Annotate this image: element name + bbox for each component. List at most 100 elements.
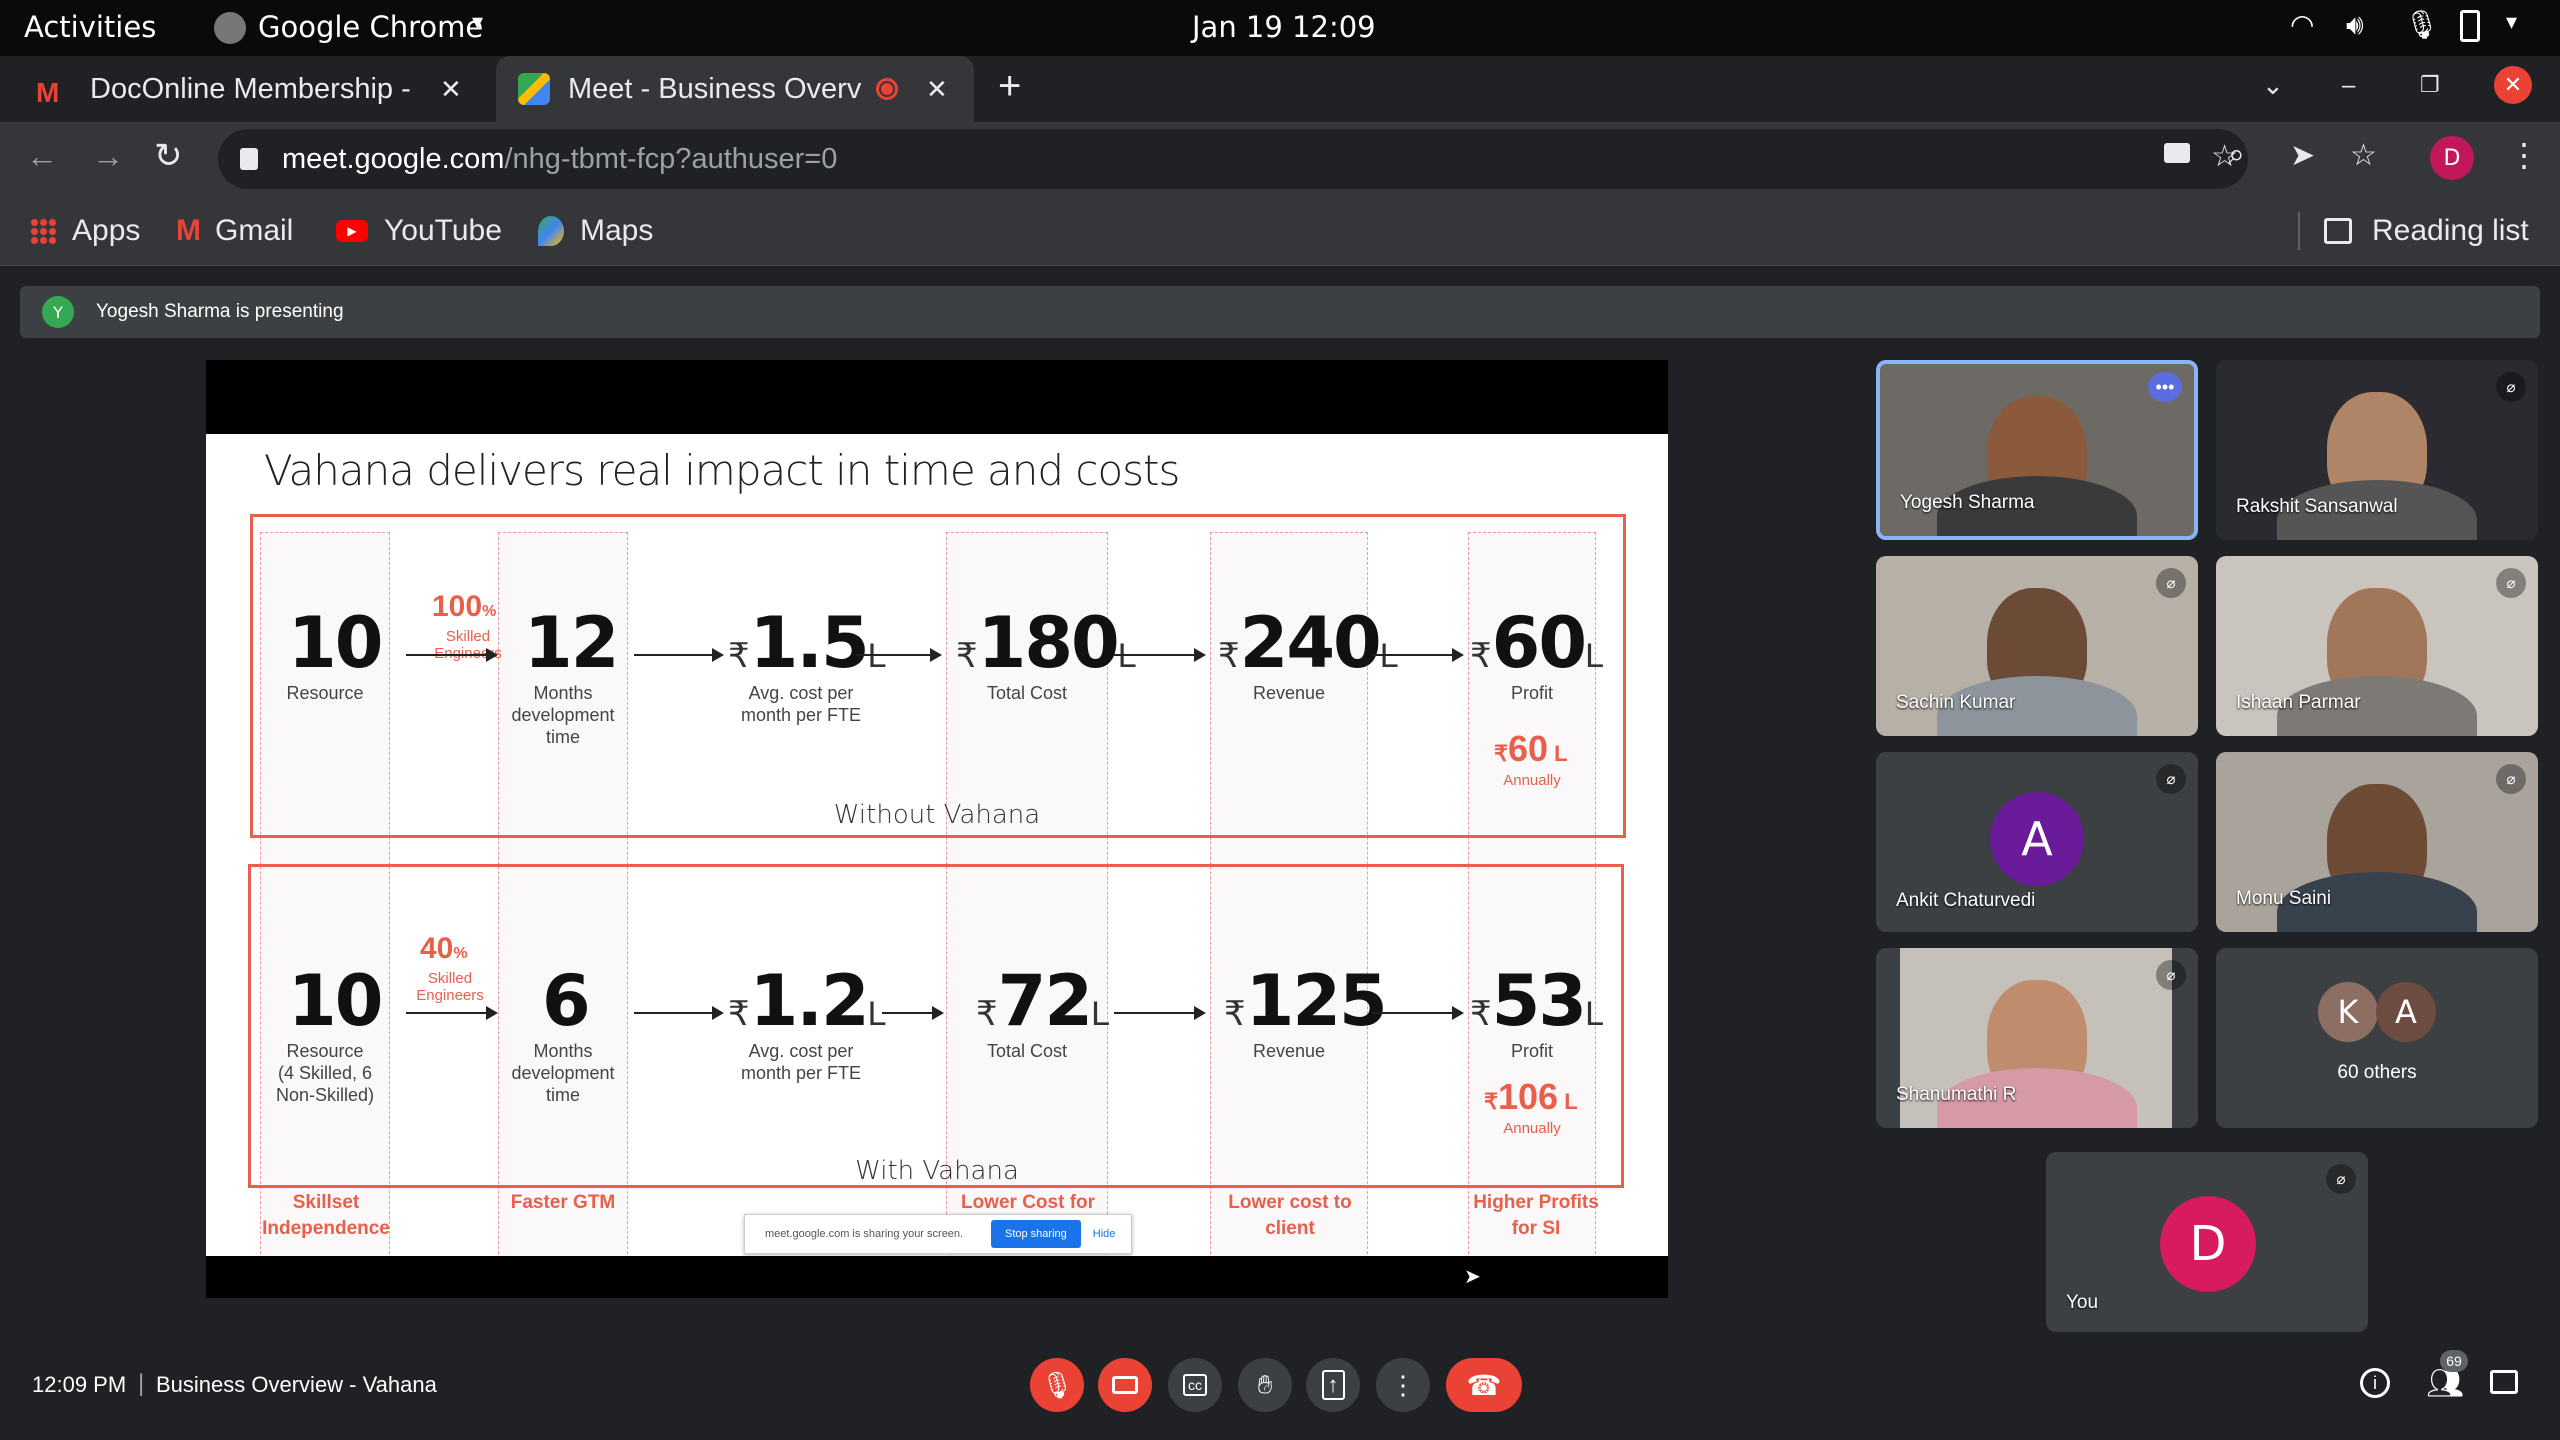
tab-search-icon[interactable]: ⌄ [2262,70,2284,101]
close-icon[interactable]: ✕ [440,74,462,105]
reading-list-button[interactable]: Reading list [2324,196,2529,266]
system-clock[interactable]: Jan 19 12:09 [1192,10,1376,44]
with-vahana-label: With Vahana [855,1156,1019,1186]
new-tab-button[interactable]: + [998,64,1021,109]
profile-avatar[interactable]: D [2430,136,2474,180]
presentation-slide: Vahana delivers real impact in time and … [206,434,1668,1256]
participant-avatar: A [1990,792,2084,886]
screen-share-bar: meet.google.com is sharing your screen. … [744,1214,1132,1254]
participant-tile[interactable]: ••• Yogesh Sharma [1876,360,2198,540]
present-button[interactable]: ↑ [1306,1358,1360,1412]
label-line: Engineers [416,987,484,1004]
forward-arrow-icon[interactable]: → [92,138,124,175]
bookmark-apps[interactable]: Apps [30,196,140,266]
activities-button[interactable]: Activities [24,10,156,44]
tab-strip: M DocOnline Membership - ✕ Meet - Busine… [0,56,2560,122]
window-close-button[interactable]: ✕ [2494,66,2532,104]
send-icon[interactable]: ➤ [2290,138,2315,173]
bookmark-youtube[interactable]: ▶ YouTube [336,196,502,266]
revenue-value: ₹125 [1224,960,1388,1042]
leave-call-button[interactable]: ☎︎ [1446,1358,1522,1412]
value: 60 [1491,602,1587,684]
label-line: Avg. cost per [748,683,854,703]
unit: L [1379,637,1399,675]
mouse-cursor-icon: ➤ [1464,1266,1481,1288]
value: 1.2 [749,960,870,1042]
address-bar[interactable]: meet.google.com /nhg-tbmt-fcp?authuser=0… [218,129,2248,189]
currency-symbol: ₹ [1218,637,1240,675]
hand-icon: ✋︎ [1257,1369,1273,1399]
label-line: Resource [286,1041,364,1061]
app-menu[interactable]: Google Chrome [258,10,483,44]
chat-icon[interactable] [2490,1370,2518,1394]
bookmark-label: Gmail [215,214,294,247]
participant-tile[interactable]: ⌀ Sachin Kumar [1876,556,2198,736]
total-cost-value: ₹72L [976,960,1110,1042]
unit: L [867,637,887,675]
bookmark-maps[interactable]: Maps [538,196,653,266]
chevron-down-icon: ▾ [472,10,484,35]
label-line: Lower Cost for [960,1192,1096,1213]
participant-tile[interactable]: ⌀ Monu Saini [2216,752,2538,932]
self-avatar: D [2160,1196,2256,1292]
value: 72 [997,960,1093,1042]
raise-hand-button[interactable]: ✋︎ [1238,1358,1292,1412]
months-label: Months development time [498,682,628,748]
participant-tile[interactable]: A ⌀ Ankit Chaturvedi [1876,752,2198,932]
participant-name: You [2066,1292,2099,1313]
others-count: 60 others [2337,1062,2417,1083]
wifi-icon[interactable]: ◠ [2290,8,2314,41]
reading-list-icon [2324,218,2352,244]
camera-icon[interactable] [2164,143,2190,163]
more-options-button[interactable]: ⋮ [1376,1358,1430,1412]
menu-kebab-icon[interactable]: ⋮ [2508,136,2540,174]
participant-tile[interactable]: ⌀ Rakshit Sansanwal [2216,360,2538,540]
mic-toggle-button[interactable]: 🎙︎ [1030,1358,1084,1412]
more-options-icon[interactable]: ••• [2148,372,2182,402]
self-tile[interactable]: D ⌀ You [2046,1152,2368,1332]
percent-unit: % [482,603,497,620]
others-tile[interactable]: K A 60 others [2216,948,2538,1128]
currency-symbol: ₹ [1224,995,1246,1033]
youtube-icon: ▶ [336,220,368,242]
close-icon[interactable]: ✕ [926,74,948,105]
tab-meet[interactable]: Meet - Business Overv ✕ [496,56,974,122]
tab-doconline[interactable]: M DocOnline Membership - ✕ [22,56,484,122]
currency-symbol: ₹ [728,637,750,675]
restore-button[interactable]: ❐ [2420,72,2440,98]
participant-name: Shanumathi R [1896,1084,2017,1105]
hide-button[interactable]: Hide [1093,1228,1116,1240]
minimize-button[interactable]: – [2342,72,2355,100]
reload-icon[interactable]: ↻ [154,136,183,176]
participant-tile[interactable]: ⌀ Ishaan Parmar [2216,556,2538,736]
star-icon[interactable]: ☆ [2350,138,2377,173]
microphone-icon[interactable]: 🎙︎ [2404,8,2440,41]
total-cost-label: Total Cost [986,683,1068,703]
lock-icon [240,148,258,170]
system-top-bar: Activities Google Chrome ▾ Jan 19 12:09 … [0,0,2560,56]
share-bar-text: meet.google.com is sharing your screen. [765,1228,964,1240]
camera-toggle-button[interactable] [1098,1358,1152,1412]
value: 240 [1239,602,1382,684]
volume-icon[interactable]: 🔊︎ [2346,8,2364,42]
revenue-value: ₹240L [1218,602,1399,684]
stop-sharing-button[interactable]: Stop sharing [991,1220,1081,1248]
back-arrow-icon[interactable]: ← [26,138,58,175]
slide-title: Vahana delivers real impact in time and … [264,446,1180,495]
mic-off-icon: ⌀ [2156,568,2186,598]
gmail-icon: M [36,77,60,108]
battery-icon[interactable] [2460,10,2480,42]
label-line: Skilled [445,628,491,645]
bookmark-gmail[interactable]: M Gmail [176,196,293,266]
arrow [1114,1006,1206,1020]
label-line: Months [533,683,593,703]
bookmark-label: Reading list [2372,214,2529,247]
zoom-icon[interactable]: ⌕ [2228,138,2245,172]
system-menu-chevron-icon[interactable]: ▾ [2506,10,2517,35]
percent-value: 40 [420,932,454,965]
arrow [1114,648,1206,662]
participant-tile[interactable]: ⌀ Shanumathi R [1876,948,2198,1128]
info-icon[interactable]: i [2360,1368,2390,1398]
bookmark-divider [2298,212,2300,250]
captions-button[interactable]: cc [1168,1358,1222,1412]
